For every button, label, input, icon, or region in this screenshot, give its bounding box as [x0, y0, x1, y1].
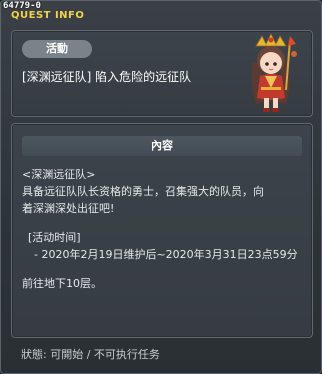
description-line: 具备远征队队长资格的勇士，召集强大的队员，向 [22, 185, 264, 198]
quest-description: <深渊远征队> 具备远征队队长资格的勇士，召集强大的队员，向 着深渊深处出征吧!… [22, 166, 307, 292]
quest-hint: 前往地下10层。 [22, 277, 102, 290]
description-line: <深渊远征队> [22, 168, 96, 181]
description-line: 着深渊深处出征吧! [22, 202, 115, 215]
category-badge: 活動 [22, 40, 92, 58]
quest-status: 狀態: 可開始 / 不可执行任务 [21, 348, 160, 361]
quest-info-window: 64779-0 QUEST INFO 活動 [深渊远征队] 陷入危险的远征队 內… [0, 0, 322, 374]
quest-title: [深渊远征队] 陷入危险的远征队 [22, 70, 192, 84]
event-period-label: [活动时间] [28, 231, 81, 244]
window-title: QUEST INFO [11, 10, 85, 21]
npc-portrait [251, 33, 297, 112]
quest-summary-panel: 活動 [深渊远征队] 陷入危险的远征队 [11, 30, 313, 117]
content-header: 內容 [22, 136, 302, 156]
quest-content-panel: 內容 <深渊远征队> 具备远征队队长资格的勇士，召集强大的队员，向 着深渊深处出… [11, 123, 313, 338]
event-period-value: - 2020年2月19日维护后~2020年3月31日23点59分 [34, 248, 298, 261]
